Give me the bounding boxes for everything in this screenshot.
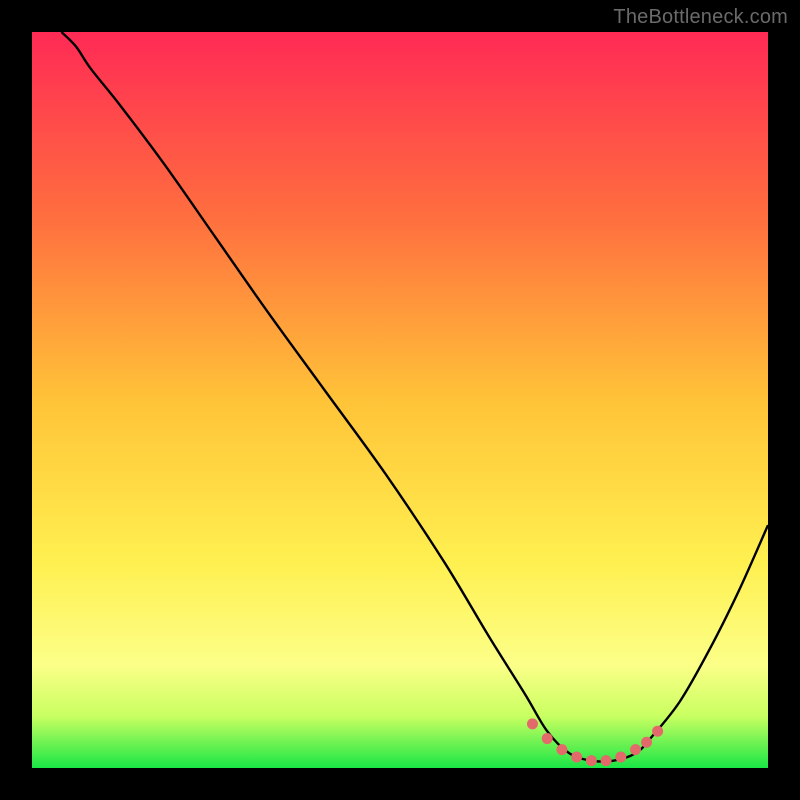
plot-area (32, 32, 768, 768)
min-region-marker (542, 733, 553, 744)
chart-frame: TheBottleneck.com (0, 0, 800, 800)
chart-svg (32, 32, 768, 768)
min-region-marker (652, 726, 663, 737)
min-region-marker (571, 751, 582, 762)
gradient-background (32, 32, 768, 768)
min-region-marker (527, 718, 538, 729)
min-region-marker (556, 744, 567, 755)
min-region-marker (630, 744, 641, 755)
min-region-marker (601, 755, 612, 766)
min-region-marker (586, 755, 597, 766)
attribution-text: TheBottleneck.com (613, 6, 788, 29)
min-region-marker (615, 751, 626, 762)
min-region-marker (641, 737, 652, 748)
